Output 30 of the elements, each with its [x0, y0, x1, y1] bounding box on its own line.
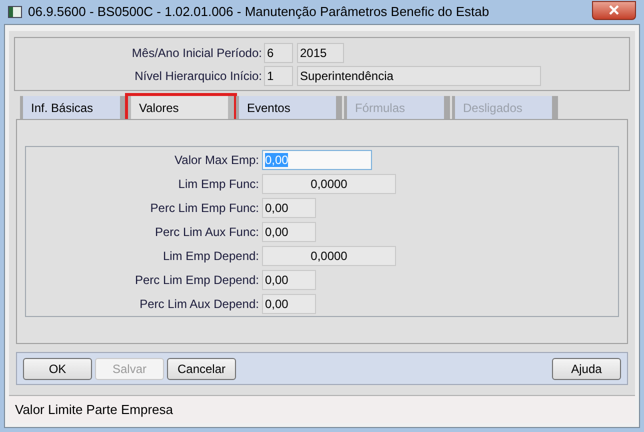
window-title: 06.9.5600 - BS0500C - 1.02.01.006 - Manutenção Parâmetros Benefic do Estab — [28, 3, 490, 22]
readonly-field: Superintendência — [297, 66, 541, 86]
close-button[interactable] — [592, 0, 636, 20]
field-label: Nível Hierarquico Início: — [134, 68, 262, 84]
close-icon — [609, 5, 619, 15]
input-field[interactable]: 0,00 — [262, 294, 316, 314]
readonly-field: 1 — [264, 66, 293, 86]
field-label: Mês/Ano Inicial Período: — [130, 44, 262, 62]
tab[interactable]: Eventos — [236, 96, 342, 119]
field-label: Lim Emp Depend: — [162, 248, 259, 265]
field-label: Perc Lim Aux Depend: — [138, 296, 259, 313]
field-label: Perc Lim Emp Depend: — [134, 272, 259, 289]
dialog-button[interactable]: Ajuda — [552, 358, 621, 380]
status-text: Valor Limite Parte Empresa — [15, 400, 173, 419]
input-field[interactable]: 0,00 — [262, 270, 316, 290]
readonly-field: 6 — [264, 42, 293, 62]
field-label: Perc Lim Aux Func: — [154, 224, 259, 241]
readonly-field: 2015 — [297, 42, 344, 62]
input-field[interactable]: 0,00 — [262, 222, 316, 242]
field-label: Valor Max Emp: — [174, 152, 259, 169]
tab[interactable]: Valores — [128, 96, 234, 119]
dialog-button[interactable]: Cancelar — [167, 358, 236, 380]
input-field[interactable]: 0,0000 — [262, 174, 396, 194]
input-field[interactable]: 0,00 — [262, 198, 316, 218]
dialog-button[interactable]: OK — [23, 358, 92, 380]
field-label: Perc Lim Emp Func: — [149, 200, 259, 217]
field-label: Lim Emp Func: — [177, 176, 259, 193]
input-field[interactable]: 0,0000 — [262, 246, 396, 266]
app-icon — [8, 6, 22, 18]
tab[interactable]: Inf. Básicas — [20, 96, 126, 119]
